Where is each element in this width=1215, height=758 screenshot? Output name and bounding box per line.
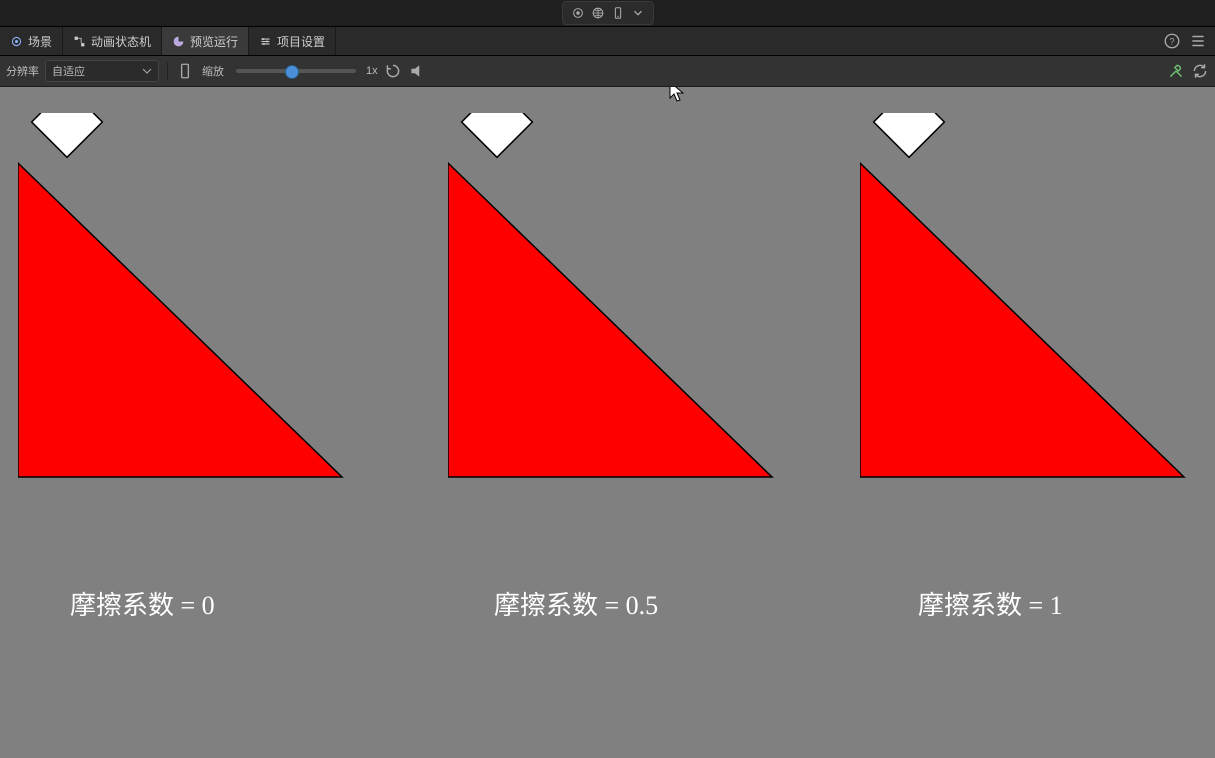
tab-scene[interactable]: 场景 (0, 27, 63, 55)
chevron-down-icon (142, 66, 152, 76)
tools-icon[interactable] (1167, 62, 1185, 80)
svg-text:?: ? (1169, 36, 1174, 46)
phone-icon[interactable] (611, 6, 625, 20)
ramp-icon (448, 113, 778, 483)
device-icon[interactable] (176, 62, 194, 80)
titlebar (0, 0, 1215, 26)
tabbar-right: ? (1155, 27, 1215, 55)
help-icon[interactable]: ? (1163, 32, 1181, 50)
refresh-icon[interactable] (1191, 62, 1209, 80)
resolution-label: 分辨率 (6, 63, 39, 79)
tab-project[interactable]: 项目设置 (249, 27, 336, 55)
resolution-value: 自适应 (52, 63, 138, 79)
tab-preview-label: 预览运行 (190, 33, 238, 50)
zoom-slider-knob[interactable] (285, 65, 299, 79)
tabbar: 场景 动画状态机 预览运行 项目设置 ? (0, 26, 1215, 56)
tab-preview[interactable]: 预览运行 (162, 27, 249, 55)
simulation-3 (860, 113, 1190, 483)
replay-icon[interactable] (384, 62, 402, 80)
tab-project-label: 项目设置 (277, 33, 325, 50)
zoom-slider[interactable] (236, 69, 356, 73)
preview-viewport: 摩擦系数 = 0 摩擦系数 = 0.5 摩擦系数 = 1 (0, 87, 1215, 758)
chevron-down-icon[interactable] (631, 6, 645, 20)
scene-icon (10, 35, 23, 48)
settings-icon (259, 35, 272, 48)
separator (167, 62, 168, 80)
anim-icon (73, 35, 86, 48)
cursor-icon (669, 87, 687, 105)
ramp-icon (860, 113, 1190, 483)
simulation-2 (448, 113, 778, 483)
tab-anim-label: 动画状态机 (91, 33, 151, 50)
preview-toolbar: 分辨率 自适应 缩放 1x (0, 56, 1215, 87)
preview-icon (172, 35, 185, 48)
volume-icon[interactable] (408, 62, 426, 80)
caption-3: 摩擦系数 = 1 (918, 585, 1063, 622)
menu-icon[interactable] (1189, 32, 1207, 50)
simulation-1 (18, 113, 348, 483)
caption-1: 摩擦系数 = 0 (70, 585, 215, 622)
resolution-select[interactable]: 自适应 (45, 60, 159, 82)
tab-anim[interactable]: 动画状态机 (63, 27, 162, 55)
globe-icon[interactable] (591, 6, 605, 20)
tab-scene-label: 场景 (28, 33, 52, 50)
record-icon[interactable] (571, 6, 585, 20)
zoom-value: 1x (366, 65, 378, 77)
caption-2: 摩擦系数 = 0.5 (494, 585, 658, 622)
titlebar-controls (562, 1, 654, 25)
tabbar-spacer (336, 27, 1155, 55)
ramp-icon (18, 113, 348, 483)
zoom-label: 缩放 (200, 63, 226, 79)
